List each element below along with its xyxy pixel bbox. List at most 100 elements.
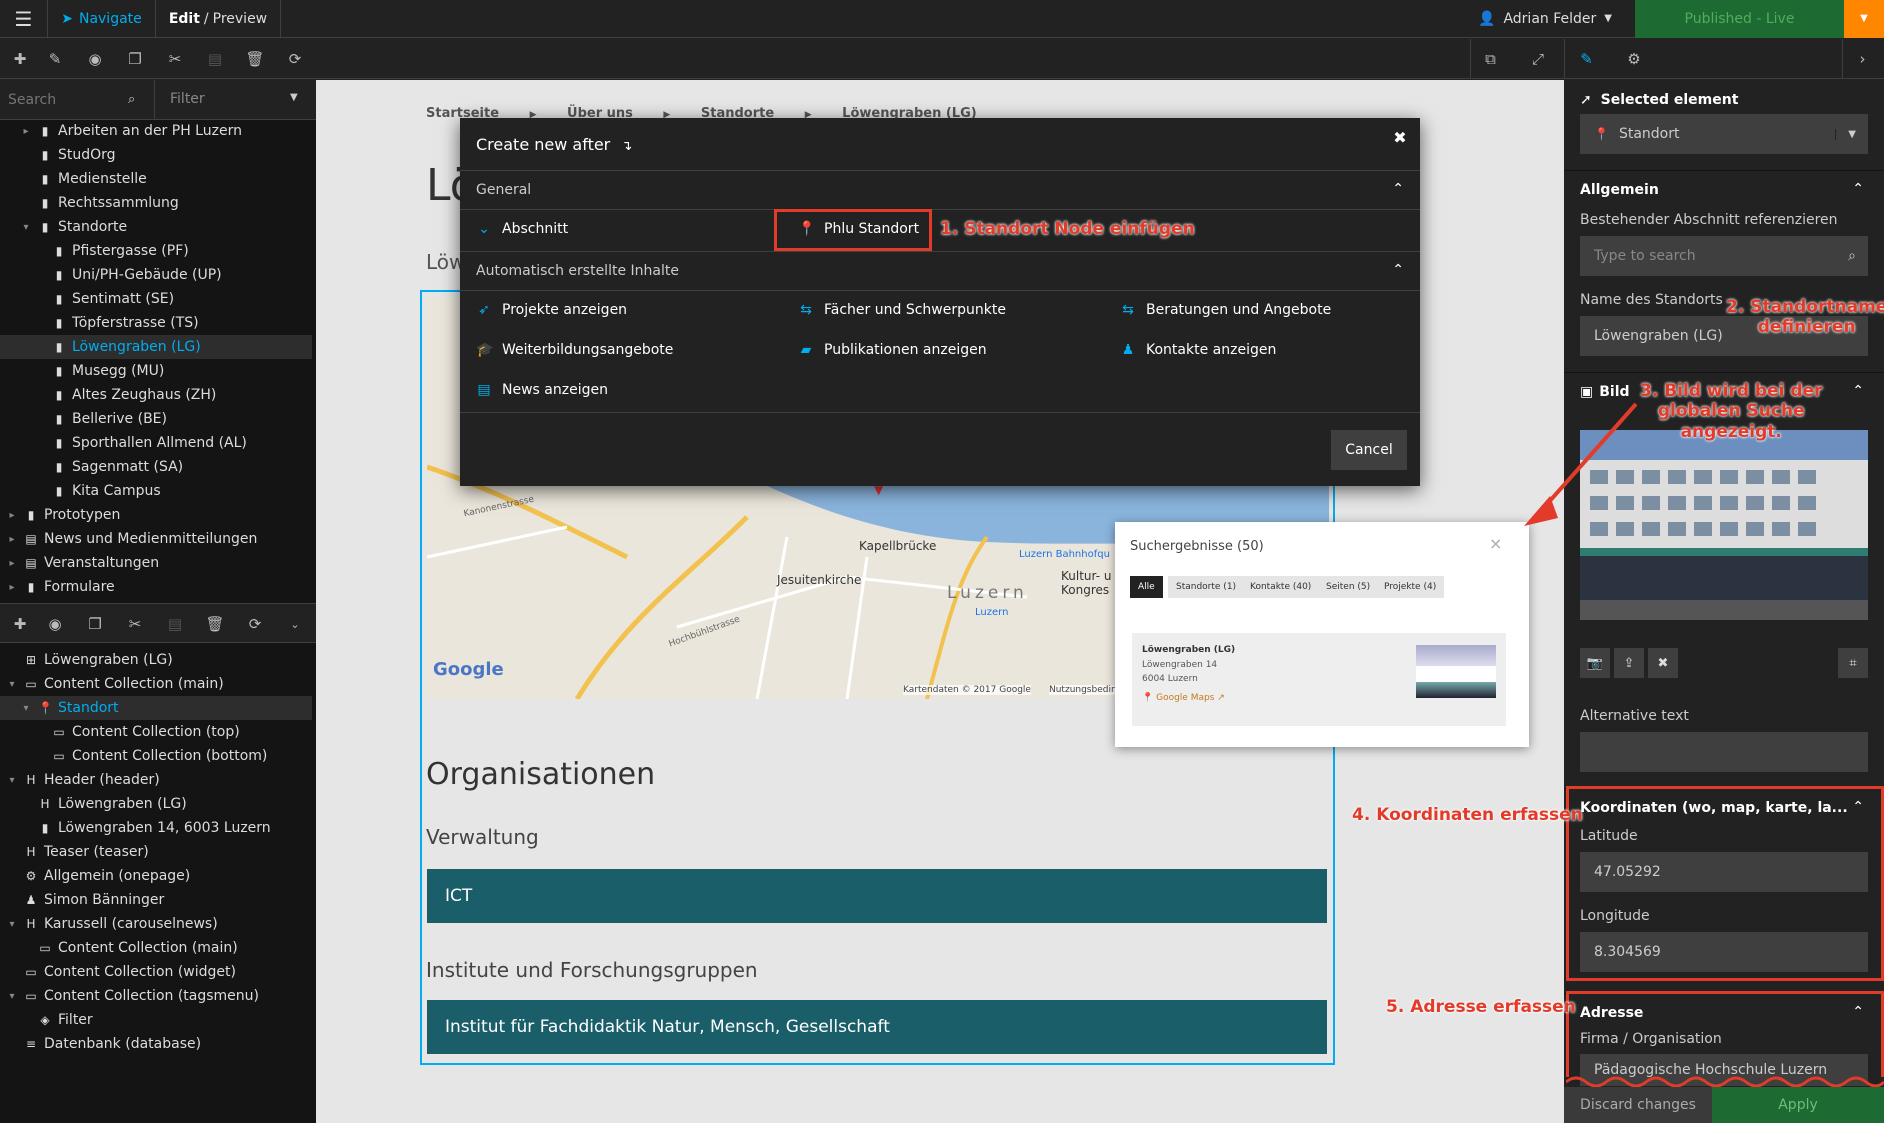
ict-bar[interactable]: ICT: [427, 869, 1327, 923]
caret-icon[interactable]: ▾: [6, 991, 18, 1002]
auto-content-option[interactable]: ⇆ Fächer und Schwerpunkte: [798, 302, 1006, 318]
tree-node[interactable]: ▮ Sagenmatt (SA): [0, 455, 312, 479]
publish-button[interactable]: Published - Live: [1635, 0, 1844, 38]
apply-button[interactable]: Apply: [1712, 1087, 1884, 1123]
tree-node[interactable]: ≡ Datenbank (database): [0, 1032, 312, 1056]
auto-content-option[interactable]: ▰ Publikationen anzeigen: [798, 342, 987, 358]
pencil-icon[interactable]: ✎: [35, 39, 75, 79]
tree-node[interactable]: ▮ Musegg (MU): [0, 359, 312, 383]
tree-node[interactable]: ▮ Pfistergasse (PF): [0, 239, 312, 263]
caret-icon[interactable]: ▾: [6, 919, 18, 930]
filter-chip[interactable]: Standorte (1): [1168, 576, 1245, 598]
upload-icon[interactable]: ⇪: [1614, 648, 1644, 678]
auto-content-option[interactable]: ♟ Kontakte anzeigen: [1120, 342, 1277, 358]
tree-node[interactable]: ◈ Filter: [0, 1008, 312, 1032]
caret-icon[interactable]: ▸: [6, 510, 18, 521]
tree-node[interactable]: ▸ ▮ Prototypen: [0, 503, 312, 527]
tree-node[interactable]: ▮ Sentimatt (SE): [0, 287, 312, 311]
add-node-icon[interactable]: ✚: [0, 39, 40, 79]
open-external-icon[interactable]: ⧉: [1470, 39, 1510, 79]
tree-node[interactable]: ▮ Bellerive (BE): [0, 407, 312, 431]
filter-chip[interactable]: Alle: [1130, 576, 1163, 598]
tree-node[interactable]: ▾ ▭ Content Collection (tagsmenu): [0, 984, 312, 1008]
delete-icon[interactable]: 🗑: [235, 39, 275, 79]
tree-node[interactable]: ▮ Kita Campus: [0, 479, 312, 503]
tree-node[interactable]: ▭ Content Collection (bottom): [0, 744, 312, 768]
tree-node[interactable]: ▮ StudOrg: [0, 143, 312, 167]
copy-icon[interactable]: ❐: [115, 39, 155, 79]
tree-node[interactable]: ▮ Medienstelle: [0, 167, 312, 191]
navigate-button[interactable]: ➤ Navigate: [48, 0, 156, 38]
caret-icon[interactable]: ▾: [20, 222, 32, 233]
tree-node[interactable]: ▸ ▮ Arbeiten an der PH Luzern: [0, 119, 312, 143]
auto-content-section-header[interactable]: Automatisch erstellte Inhalte ⌃: [460, 251, 1420, 291]
general-section-header[interactable]: General ⌃: [460, 170, 1420, 210]
reference-search-input[interactable]: Type to search ⌕: [1580, 236, 1868, 276]
close-icon[interactable]: ×: [1489, 534, 1502, 553]
close-icon[interactable]: ✖: [1390, 128, 1410, 148]
caret-icon[interactable]: ▸: [6, 558, 18, 569]
tree-node[interactable]: ▾ ▮ Standorte: [0, 215, 312, 239]
filter-chip[interactable]: Kontakte (40): [1242, 576, 1320, 598]
copy-icon[interactable]: ❐: [75, 604, 115, 644]
filter-chip[interactable]: Seiten (5): [1318, 576, 1379, 598]
auto-content-option[interactable]: ▤ News anzeigen: [476, 382, 608, 398]
refresh-icon[interactable]: ⟳: [275, 39, 315, 79]
tree-node[interactable]: ▮ Sporthallen Allmend (AL): [0, 431, 312, 455]
tree-node[interactable]: ▭ Content Collection (widget): [0, 960, 312, 984]
hide-eye-icon[interactable]: ◉: [75, 39, 115, 79]
caret-icon[interactable]: ▾: [20, 703, 32, 714]
caret-icon[interactable]: ▸: [6, 534, 18, 545]
tree-node[interactable]: ▮ Rechtssammlung: [0, 191, 312, 215]
user-menu-button[interactable]: 👤 Adrian Felder ▼: [1455, 0, 1635, 38]
filter-chip[interactable]: Projekte (4): [1376, 576, 1445, 598]
collapse-panel-chevron-icon[interactable]: ›: [1842, 39, 1882, 79]
tree-node[interactable]: ▮ Altes Zeughaus (ZH): [0, 383, 312, 407]
tree-node[interactable]: ⚙ Allgemein (onepage): [0, 864, 312, 888]
delete-icon[interactable]: 🗑: [195, 604, 235, 644]
menu-icon[interactable]: ☰: [0, 0, 48, 38]
caret-icon[interactable]: ▾: [6, 679, 18, 690]
tree-node[interactable]: ▮ Uni/PH-Gebäude (UP): [0, 263, 312, 287]
remove-icon[interactable]: ✖: [1648, 648, 1678, 678]
publish-options-caret-icon[interactable]: ▼: [1844, 0, 1884, 38]
tree-node[interactable]: ▮ Löwengraben 14, 6003 Luzern: [0, 816, 312, 840]
caret-icon[interactable]: ▸: [6, 582, 18, 593]
allgemein-section-header[interactable]: Allgemein ⌃: [1564, 170, 1884, 210]
filter-select[interactable]: Filter: [170, 91, 205, 107]
abschnitt-option[interactable]: ⌄ Abschnitt: [476, 221, 568, 237]
paste-icon[interactable]: ▤: [155, 604, 195, 644]
tree-node[interactable]: ▾ H Karussell (carouselnews): [0, 912, 312, 936]
discard-changes-button[interactable]: Discard changes: [1564, 1087, 1712, 1123]
map-terms-link[interactable]: Nutzungsbeding: [1049, 685, 1123, 695]
cut-icon[interactable]: ✂: [115, 604, 155, 644]
tree-node[interactable]: ▮ Löwengraben (LG): [0, 335, 312, 359]
paste-icon[interactable]: ▤: [195, 39, 235, 79]
auto-content-option[interactable]: 🎓 Weiterbildungsangebote: [476, 342, 673, 358]
camera-icon[interactable]: 📷: [1580, 648, 1610, 678]
search-icon[interactable]: ⌕: [128, 92, 135, 107]
tree-node[interactable]: ▾ ▭ Content Collection (main): [0, 672, 312, 696]
edit-preview-button[interactable]: Edit / Preview: [156, 0, 281, 38]
tree-node[interactable]: ▾ H Header (header): [0, 768, 312, 792]
cut-icon[interactable]: ✂: [155, 39, 195, 79]
google-maps-link[interactable]: 📍 Google Maps ↗: [1142, 693, 1225, 703]
tree-node[interactable]: H Teaser (teaser): [0, 840, 312, 864]
caret-icon[interactable]: ▸: [20, 126, 32, 137]
alt-text-input[interactable]: [1580, 732, 1868, 772]
settings-gear-icon[interactable]: ⚙: [1612, 39, 1656, 79]
tree-node[interactable]: H Löwengraben (LG): [0, 792, 312, 816]
refresh-icon[interactable]: ⟳: [235, 604, 275, 644]
selected-element-select[interactable]: 📍 Standort ▼: [1580, 114, 1868, 154]
collapse-chevron-icon[interactable]: ⌄: [275, 604, 315, 644]
auto-content-option[interactable]: ⇆ Beratungen und Angebote: [1120, 302, 1331, 318]
institut-bar[interactable]: Institut für Fachdidaktik Natur, Mensch,…: [427, 1000, 1327, 1054]
auto-content-option[interactable]: ➶ Projekte anzeigen: [476, 302, 627, 318]
crop-icon[interactable]: ⌗: [1838, 648, 1868, 678]
cancel-button[interactable]: Cancel: [1331, 430, 1407, 470]
add-node-icon[interactable]: ✚: [0, 604, 40, 644]
caret-icon[interactable]: ▾: [6, 775, 18, 786]
tree-node[interactable]: ▭ Content Collection (main): [0, 936, 312, 960]
tree-node[interactable]: ▭ Content Collection (top): [0, 720, 312, 744]
tree-node[interactable]: ⊞ Löwengraben (LG): [0, 648, 312, 672]
